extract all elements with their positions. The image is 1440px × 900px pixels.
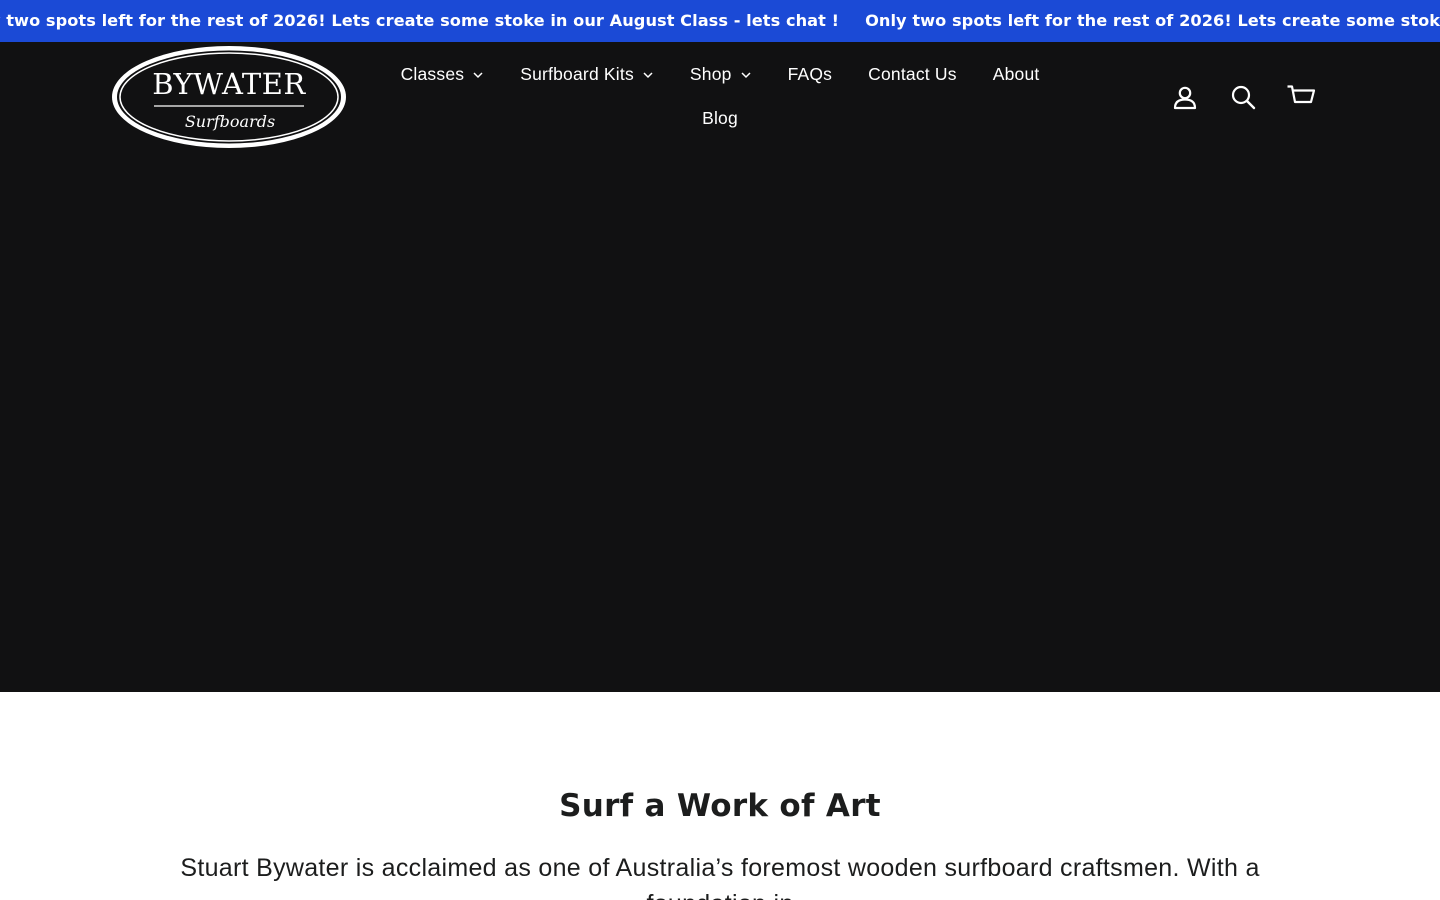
nav-item-label: Classes: [400, 63, 465, 84]
main-navigation: Classes Surfboard Kits Shop FAQs Contact…: [380, 52, 1060, 140]
nav-item-surfboard-kits[interactable]: Surfboard Kits: [502, 52, 672, 96]
logo-subtitle: Surfboards: [185, 112, 275, 131]
announcement-bar: Only two spots left for the rest of 2026…: [0, 0, 1440, 42]
site-logo[interactable]: BYWATER Surfboards: [110, 44, 348, 150]
nav-item-classes[interactable]: Classes: [383, 52, 503, 96]
cart-icon: [1287, 85, 1316, 104]
nav-item-faqs[interactable]: FAQs: [770, 52, 851, 96]
search-button[interactable]: [1214, 80, 1272, 114]
chevron-down-icon: [642, 69, 654, 81]
chevron-down-icon: [740, 69, 752, 81]
main-content: Surf a Work of Art Stuart Bywater is acc…: [0, 692, 1440, 900]
announcement-text[interactable]: Only two spots left for the rest of 2026…: [0, 0, 865, 42]
nav-item-label: Blog: [702, 107, 738, 128]
logo-brand: BYWATER: [152, 67, 306, 101]
announcement-text-repeat[interactable]: Only two spots left for the rest of 2026…: [865, 0, 1440, 42]
nav-item-label: Contact Us: [868, 63, 957, 84]
nav-item-blog[interactable]: Blog: [684, 96, 756, 140]
account-icon: [1173, 86, 1197, 110]
chevron-down-icon: [472, 69, 484, 81]
section-title: Surf a Work of Art: [559, 788, 881, 824]
nav-item-label: FAQs: [787, 63, 833, 84]
announcement-marquee: Only two spots left for the rest of 2026…: [0, 0, 1440, 42]
nav-item-shop[interactable]: Shop: [672, 52, 770, 96]
nav-item-label: Shop: [689, 63, 732, 84]
nav-item-contact-us[interactable]: Contact Us: [850, 52, 975, 96]
header-icons: [1156, 80, 1330, 114]
section-body-text: Stuart Bywater is acclaimed as one of Au…: [180, 854, 1260, 900]
search-icon: [1231, 85, 1256, 110]
bywater-logo-image: BYWATER Surfboards: [112, 46, 346, 148]
cart-button[interactable]: [1272, 80, 1330, 114]
site-header: BYWATER Surfboards Classes Surfboard Kit…: [0, 42, 1440, 692]
nav-item-label: Surfboard Kits: [520, 63, 634, 84]
nav-row-secondary: Blog: [380, 96, 1060, 140]
account-button[interactable]: [1156, 80, 1214, 114]
nav-item-about[interactable]: About: [975, 52, 1058, 96]
nav-row-primary: Classes Surfboard Kits Shop FAQs Contact…: [380, 52, 1060, 96]
nav-item-label: About: [992, 63, 1040, 84]
